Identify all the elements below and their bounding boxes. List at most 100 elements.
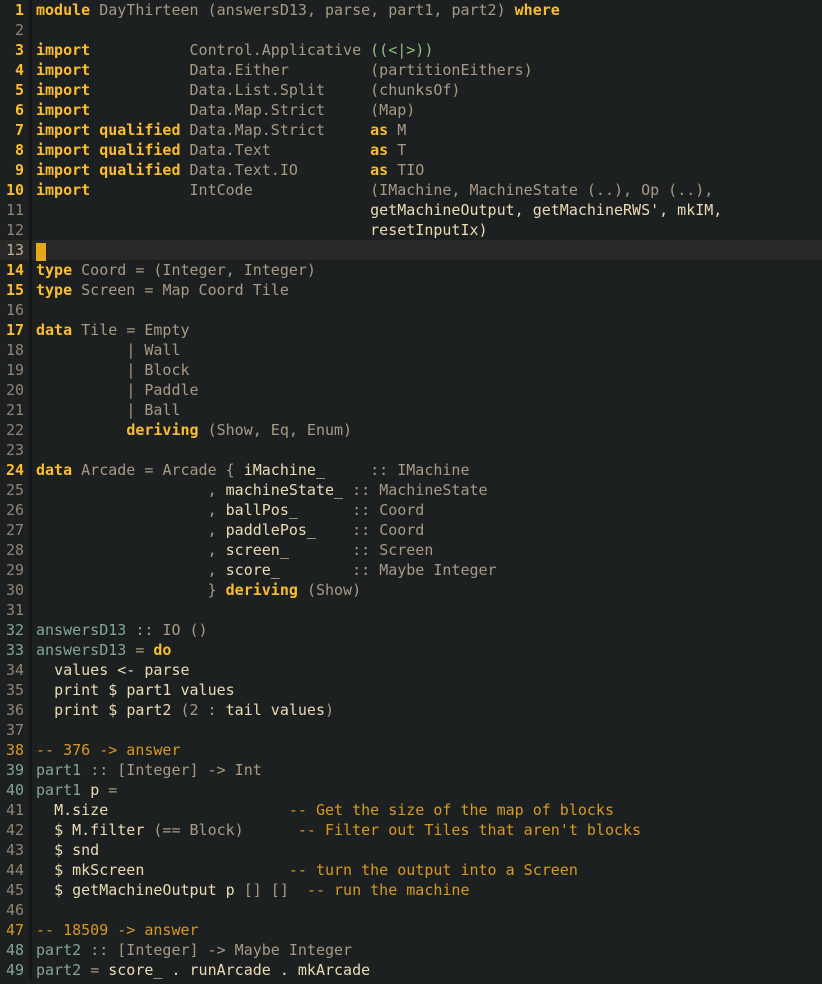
code-line[interactable]: 46 — [0, 900, 822, 920]
code-text[interactable]: part1 p = — [32, 780, 822, 800]
code-line[interactable]: 30 } deriving (Show) — [0, 580, 822, 600]
code-text[interactable]: | Ball — [32, 400, 822, 420]
code-line[interactable]: 14 type Coord = (Integer, Integer) — [0, 260, 822, 280]
code-line[interactable]: 37 — [0, 720, 822, 740]
code-line[interactable]: 17 data Tile = Empty — [0, 320, 822, 340]
code-text[interactable]: import qualified Data.Map.Strict as M — [32, 120, 822, 140]
code-text[interactable]: | Wall — [32, 340, 822, 360]
code-text[interactable]: print $ part2 (2 : tail values) — [32, 700, 822, 720]
code-line[interactable]: 44 $ mkScreen -- turn the output into a … — [0, 860, 822, 880]
code-line[interactable]: 6 import Data.Map.Strict (Map) — [0, 100, 822, 120]
code-line[interactable]: 5 import Data.List.Split (chunksOf) — [0, 80, 822, 100]
code-line[interactable]: 23 — [0, 440, 822, 460]
code-text[interactable] — [32, 240, 822, 261]
code-line[interactable]: 40 part1 p = — [0, 780, 822, 800]
code-text[interactable]: module DayThirteen (answersD13, parse, p… — [32, 0, 822, 20]
code-text[interactable]: type Coord = (Integer, Integer) — [32, 260, 822, 280]
code-text[interactable]: | Paddle — [32, 380, 822, 400]
code-text[interactable]: deriving (Show, Eq, Enum) — [32, 420, 822, 440]
code-line[interactable]: 21 | Ball — [0, 400, 822, 420]
code-line[interactable]: 9 import qualified Data.Text.IO as TIO — [0, 160, 822, 180]
code-line[interactable]: 42 $ M.filter (== Block) -- Filter out T… — [0, 820, 822, 840]
code-text[interactable]: part2 = score_ . runArcade . mkArcade — [32, 960, 822, 980]
code-line[interactable]: 8 import qualified Data.Text as T — [0, 140, 822, 160]
code-text[interactable]: resetInputIx) — [32, 220, 822, 240]
code-line[interactable]: 3 import Control.Applicative ((<|>)) — [0, 40, 822, 60]
code-line[interactable]: 43 $ snd — [0, 840, 822, 860]
code-text[interactable]: $ mkScreen -- turn the output into a Scr… — [32, 860, 822, 880]
code-text[interactable]: M.size -- Get the size of the map of blo… — [32, 800, 822, 820]
code-text[interactable] — [32, 300, 822, 320]
code-text[interactable]: values <- parse — [32, 660, 822, 680]
code-text[interactable]: data Arcade = Arcade { iMachine_ :: IMac… — [32, 460, 822, 480]
code-text[interactable]: -- 376 -> answer — [32, 740, 822, 760]
code-line[interactable]: 31 — [0, 600, 822, 620]
code-text[interactable]: import IntCode (IMachine, MachineState (… — [32, 180, 822, 200]
code-line[interactable]: 16 — [0, 300, 822, 320]
code-text[interactable]: data Tile = Empty — [32, 320, 822, 340]
code-text[interactable]: -- 18509 -> answer — [32, 920, 822, 940]
code-line[interactable]: 13 — [0, 240, 822, 261]
code-line[interactable]: 26 , ballPos_ :: Coord — [0, 500, 822, 520]
code-line[interactable]: 1 module DayThirteen (answersD13, parse, … — [0, 0, 822, 20]
code-text[interactable]: part1 :: [Integer] -> Int — [32, 760, 822, 780]
code-text[interactable]: import Data.Either (partitionEithers) — [32, 60, 822, 80]
code-editor-buffer[interactable]: 1 module DayThirteen (answersD13, parse, … — [0, 0, 822, 984]
code-text[interactable]: import qualified Data.Text.IO as TIO — [32, 160, 822, 180]
code-text[interactable]: print $ part1 values — [32, 680, 822, 700]
code-text[interactable]: , machineState_ :: MachineState — [32, 480, 822, 500]
code-line[interactable]: 20 | Paddle — [0, 380, 822, 400]
code-text[interactable]: | Block — [32, 360, 822, 380]
code-line[interactable]: 33 answersD13 = do — [0, 640, 822, 660]
code-text[interactable]: getMachineOutput, getMachineRWS', mkIM, — [32, 200, 822, 220]
code-text[interactable]: $ snd — [32, 840, 822, 860]
code-text[interactable] — [32, 20, 822, 40]
code-line[interactable]: 27 , paddlePos_ :: Coord — [0, 520, 822, 540]
code-text[interactable] — [32, 440, 822, 460]
code-text[interactable]: $ getMachineOutput p [] [] -- run the ma… — [32, 880, 822, 900]
code-line[interactable]: 7 import qualified Data.Map.Strict as M — [0, 120, 822, 140]
code-line[interactable]: 4 import Data.Either (partitionEithers) — [0, 60, 822, 80]
code-text[interactable]: part2 :: [Integer] -> Maybe Integer — [32, 940, 822, 960]
code-line[interactable]: 38 -- 376 -> answer — [0, 740, 822, 760]
code-text[interactable]: import Data.Map.Strict (Map) — [32, 100, 822, 120]
code-text[interactable]: import Data.List.Split (chunksOf) — [32, 80, 822, 100]
code-line[interactable]: 18 | Wall — [0, 340, 822, 360]
code-line[interactable]: 28 , screen_ :: Screen — [0, 540, 822, 560]
code-text[interactable] — [32, 720, 822, 740]
code-line[interactable]: 48 part2 :: [Integer] -> Maybe Integer — [0, 940, 822, 960]
code-line[interactable]: 36 print $ part2 (2 : tail values) — [0, 700, 822, 720]
code-line[interactable]: 32 answersD13 :: IO () — [0, 620, 822, 640]
code-text[interactable] — [32, 900, 822, 920]
code-line[interactable]: 24 data Arcade = Arcade { iMachine_ :: IM… — [0, 460, 822, 480]
code-line[interactable]: 35 print $ part1 values — [0, 680, 822, 700]
line-number: 12 — [5, 221, 24, 239]
code-line[interactable]: 39 part1 :: [Integer] -> Int — [0, 760, 822, 780]
code-line[interactable]: 15 type Screen = Map Coord Tile — [0, 280, 822, 300]
code-text[interactable] — [32, 600, 822, 620]
code-line[interactable]: 41 M.size -- Get the size of the map of … — [0, 800, 822, 820]
code-line[interactable]: 2 — [0, 20, 822, 40]
code-text[interactable]: answersD13 = do — [32, 640, 822, 660]
code-text[interactable]: , paddlePos_ :: Coord — [32, 520, 822, 540]
code-text[interactable]: , ballPos_ :: Coord — [32, 500, 822, 520]
code-line[interactable]: 11 getMachineOutput, getMachineRWS', mkI… — [0, 200, 822, 220]
code-line[interactable]: 34 values <- parse — [0, 660, 822, 680]
code-text[interactable]: , score_ :: Maybe Integer — [32, 560, 822, 580]
code-line[interactable]: 22 deriving (Show, Eq, Enum) — [0, 420, 822, 440]
code-text[interactable]: , screen_ :: Screen — [32, 540, 822, 560]
code-text[interactable]: $ M.filter (== Block) -- Filter out Tile… — [32, 820, 822, 840]
code-text[interactable]: answersD13 :: IO () — [32, 620, 822, 640]
code-line[interactable]: 12 resetInputIx) — [0, 220, 822, 240]
code-line[interactable]: 10 import IntCode (IMachine, MachineState… — [0, 180, 822, 200]
code-line[interactable]: 19 | Block — [0, 360, 822, 380]
code-line[interactable]: 29 , score_ :: Maybe Integer — [0, 560, 822, 580]
code-line[interactable]: 25 , machineState_ :: MachineState — [0, 480, 822, 500]
code-line[interactable]: 47 -- 18509 -> answer — [0, 920, 822, 940]
code-line[interactable]: 49 part2 = score_ . runArcade . mkArcade — [0, 960, 822, 980]
code-text[interactable]: import Control.Applicative ((<|>)) — [32, 40, 822, 60]
code-text[interactable]: type Screen = Map Coord Tile — [32, 280, 822, 300]
code-line[interactable]: 45 $ getMachineOutput p [] [] -- run the… — [0, 880, 822, 900]
code-text[interactable]: import qualified Data.Text as T — [32, 140, 822, 160]
code-text[interactable]: } deriving (Show) — [32, 580, 822, 600]
